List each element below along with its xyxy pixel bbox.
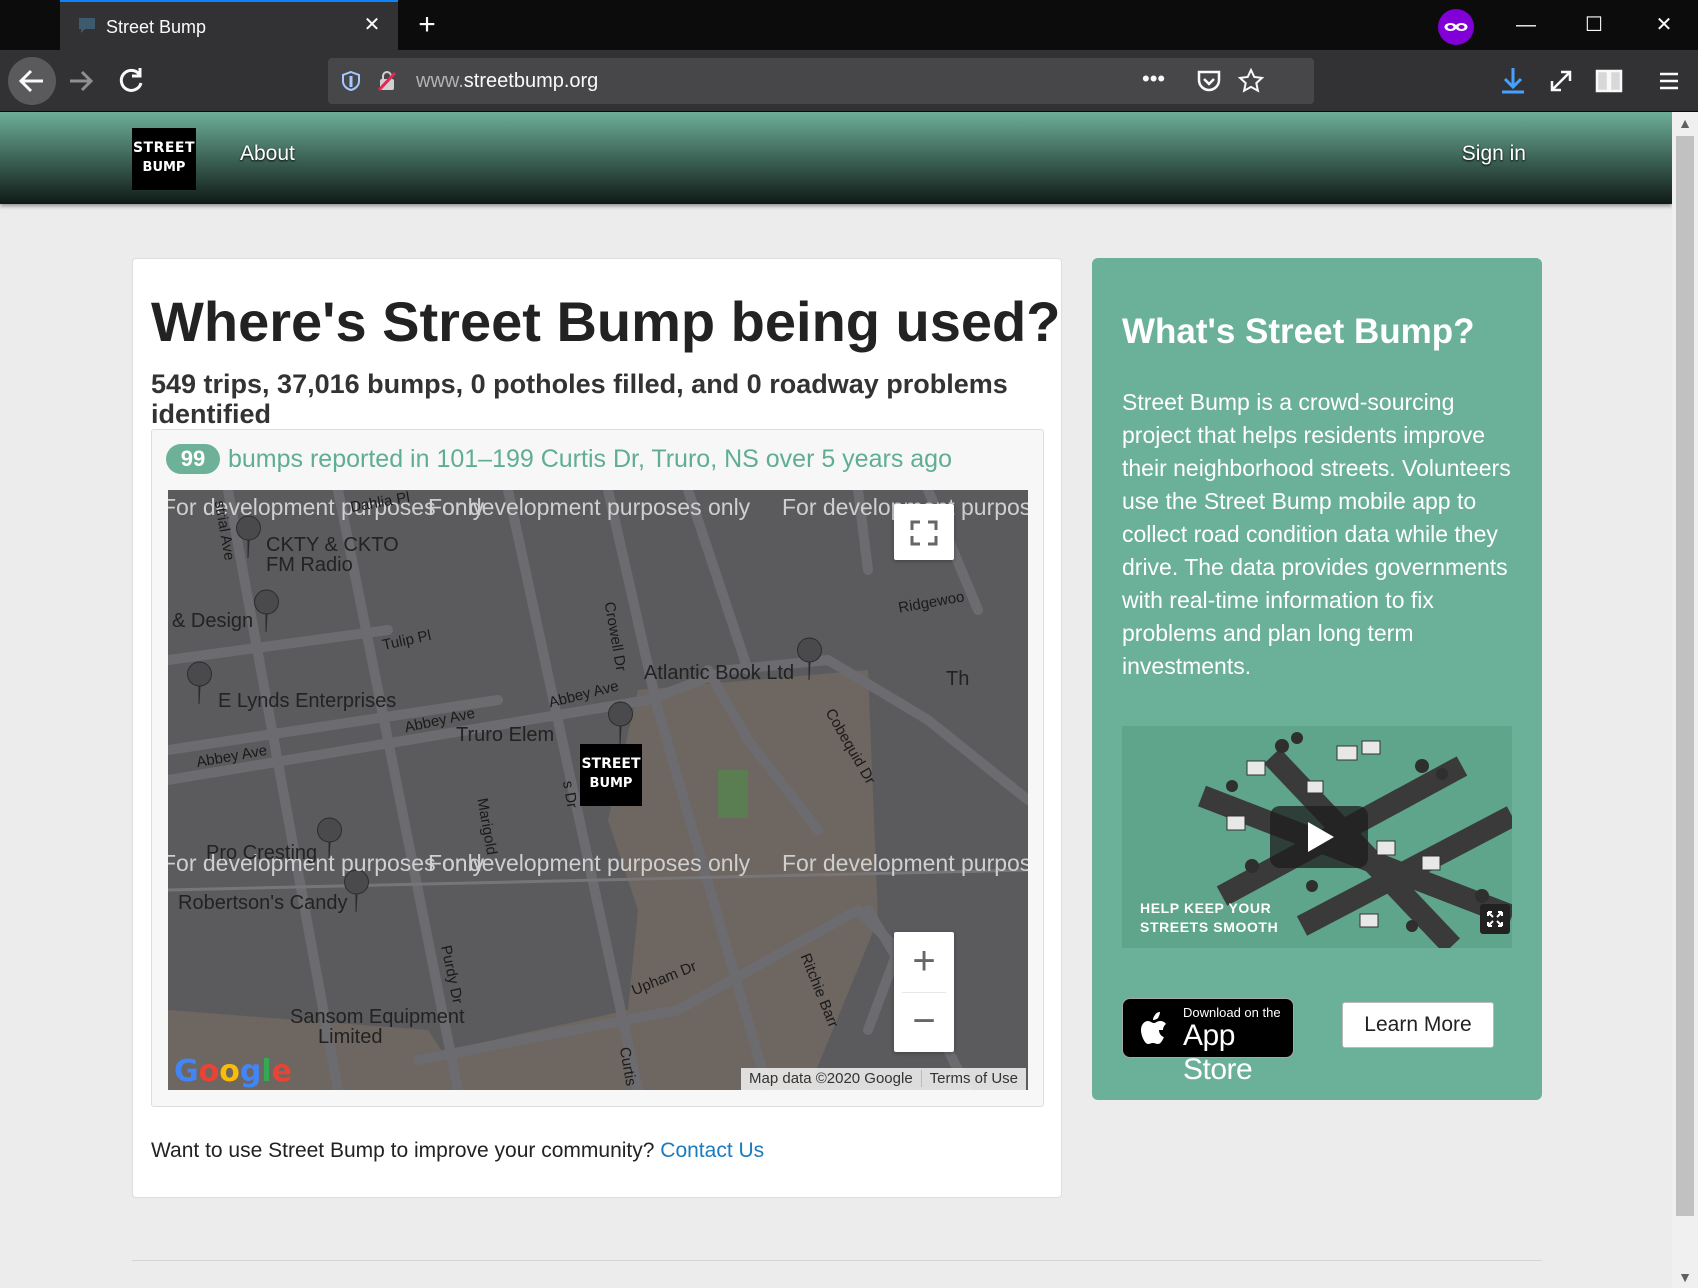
google-logo[interactable]: Google xyxy=(174,1054,292,1089)
new-tab-icon[interactable]: + xyxy=(410,8,444,42)
page-scrollbar[interactable]: ▲ ▼ xyxy=(1672,112,1698,1288)
app-store-badge[interactable]: Download on the App Store xyxy=(1122,998,1294,1086)
map-watermark: For development purposes only xyxy=(782,850,1028,876)
reload-icon[interactable] xyxy=(112,62,150,100)
map-poi-label: Limited xyxy=(318,1026,383,1048)
play-button[interactable] xyxy=(1270,806,1368,868)
apple-logo-icon xyxy=(1141,1012,1166,1044)
reader-view-icon[interactable] xyxy=(1590,62,1628,100)
insecure-lock-icon[interactable] xyxy=(376,70,398,92)
map-zoom-control: + − xyxy=(894,932,954,1052)
map-fullscreen-button[interactable] xyxy=(894,504,954,560)
logo-line-2: BUMP xyxy=(142,160,186,175)
maximize-icon[interactable]: ☐ xyxy=(1576,8,1612,42)
usage-card: Where's Street Bump being used? 549 trip… xyxy=(132,258,1062,1198)
map-watermark: For development purposes only xyxy=(428,850,751,876)
map-poi-label: Truro Elem xyxy=(456,724,555,746)
map-poi-label: Th xyxy=(946,668,970,690)
scroll-up-icon[interactable]: ▲ xyxy=(1672,112,1698,134)
video-caption: HELP KEEP YOUR STREETS SMOOTH xyxy=(1140,899,1278,937)
map-watermark: For development purposes only xyxy=(428,494,751,520)
tab-title: Street Bump xyxy=(106,17,207,37)
logo-line-1: STREET xyxy=(132,140,196,156)
map-poi-label: Robertson's Candy xyxy=(178,892,348,914)
map-poi-label: Pro Cresting xyxy=(206,842,318,864)
marker-line-2: BUMP xyxy=(589,776,633,791)
url-text: www.streetbump.org xyxy=(416,70,598,93)
bump-map[interactable]: For development purposes only For develo… xyxy=(168,490,1028,1090)
map-poi-label: FM Radio xyxy=(266,554,353,576)
bump-report-panel: 99 bumps reported in 101–199 Curtis Dr, … xyxy=(151,429,1044,1107)
pocket-icon[interactable] xyxy=(1196,69,1222,93)
zoom-in-button[interactable]: + xyxy=(894,932,954,992)
community-cta: Want to use Street Bump to improve your … xyxy=(151,1139,764,1163)
contact-us-link[interactable]: Contact Us xyxy=(660,1139,764,1162)
private-browsing-icon xyxy=(1438,9,1474,45)
fullscreen-icon[interactable] xyxy=(1542,62,1580,100)
footer-divider xyxy=(132,1260,1542,1261)
app-store-small-text: Download on the xyxy=(1183,1005,1281,1020)
map-poi-label: E Lynds Enterprises xyxy=(218,690,397,712)
browser-toolbar: www.streetbump.org ••• xyxy=(0,50,1698,112)
site-header: STREET BUMP About Sign in xyxy=(0,112,1672,204)
bump-report-text: bumps reported in 101–199 Curtis Dr, Tru… xyxy=(228,445,952,473)
video-caption-line-1: HELP KEEP YOUR xyxy=(1140,900,1272,916)
expand-video-icon[interactable] xyxy=(1480,904,1510,934)
bookmark-star-icon[interactable] xyxy=(1238,68,1264,94)
app-store-big-text: App Store xyxy=(1183,1019,1253,1086)
page-actions-icon[interactable]: ••• xyxy=(1142,66,1165,92)
sidebar-title: What's Street Bump? xyxy=(1122,312,1475,351)
download-icon[interactable] xyxy=(1494,62,1532,100)
close-tab-icon[interactable]: ✕ xyxy=(360,13,384,37)
bump-count-badge: 99 xyxy=(166,444,220,474)
zoom-out-button[interactable]: − xyxy=(894,992,954,1052)
terms-of-use-link[interactable]: Terms of Use xyxy=(920,1070,1027,1087)
scroll-down-icon[interactable]: ▼ xyxy=(1672,1266,1698,1288)
hamburger-menu-icon[interactable] xyxy=(1650,62,1688,100)
map-poi-label: & Design xyxy=(172,610,254,632)
close-window-icon[interactable]: ✕ xyxy=(1646,8,1682,42)
forward-arrow-icon[interactable] xyxy=(62,62,100,100)
page-viewport: STREET BUMP About Sign in Where's Street… xyxy=(0,112,1672,1288)
learn-more-button[interactable]: Learn More xyxy=(1342,1002,1494,1048)
marker-line-1: STREET xyxy=(581,756,641,772)
map-data-credit: Map data ©2020 Google xyxy=(749,1070,913,1087)
fullscreen-corners-icon xyxy=(910,520,938,546)
chat-bubble-icon xyxy=(79,18,95,33)
back-arrow-icon xyxy=(18,69,43,93)
map-attribution: Map data ©2020 Google Terms of Use xyxy=(741,1068,1027,1090)
url-prefix: www. xyxy=(416,70,464,92)
sidebar-description: Street Bump is a crowd-sourcing project … xyxy=(1122,389,1511,679)
nav-signin-link[interactable]: Sign in xyxy=(1462,142,1526,166)
play-icon xyxy=(1308,822,1334,852)
url-host: streetbump.org xyxy=(463,70,599,92)
address-bar[interactable]: www.streetbump.org ••• xyxy=(328,58,1314,104)
back-button[interactable] xyxy=(8,57,56,105)
about-sidebar: What's Street Bump? Street Bump is a cro… xyxy=(1092,258,1542,1100)
nav-about-link[interactable]: About xyxy=(240,142,295,166)
page-title: Where's Street Bump being used? xyxy=(151,290,1061,353)
browser-tab-strip: Street Bump ✕ + — ☐ ✕ xyxy=(0,0,1698,50)
bump-location-marker[interactable]: STREET BUMP xyxy=(580,744,642,806)
promo-video[interactable]: HELP KEEP YOUR STREETS SMOOTH xyxy=(1122,726,1512,948)
browser-tab[interactable]: Street Bump ✕ xyxy=(60,0,398,50)
map-poi-label: Atlantic Book Ltd xyxy=(644,662,795,684)
scroll-thumb[interactable] xyxy=(1676,136,1694,1216)
minimize-icon[interactable]: — xyxy=(1508,8,1544,42)
community-text: Want to use Street Bump to improve your … xyxy=(151,1139,655,1162)
tracking-shield-icon[interactable] xyxy=(340,70,362,92)
usage-stats: 549 trips, 37,016 bumps, 0 potholes fill… xyxy=(151,369,1008,429)
video-caption-line-2: STREETS SMOOTH xyxy=(1140,919,1279,935)
street-bump-logo[interactable]: STREET BUMP xyxy=(132,128,196,190)
